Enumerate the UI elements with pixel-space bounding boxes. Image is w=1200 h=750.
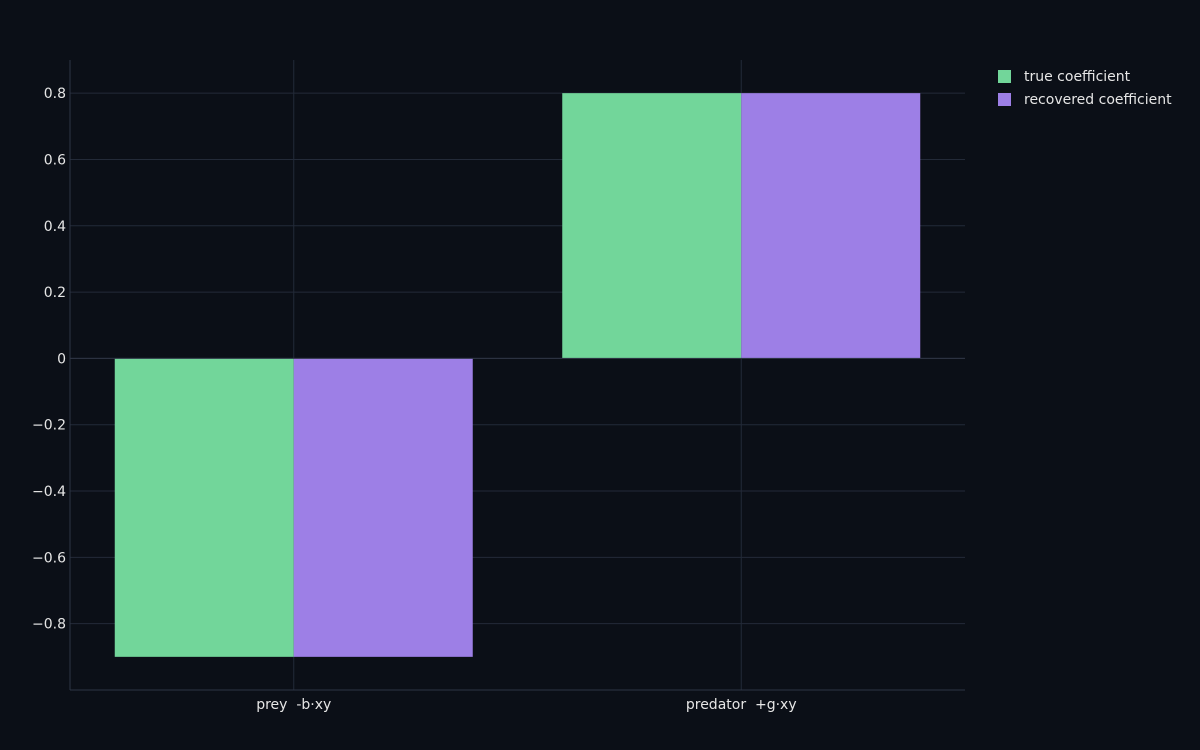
bar-true-coefficient-1: [562, 93, 742, 359]
legend-item-recovered-coefficient[interactable]: recovered coefficient: [998, 92, 1172, 108]
y-tick-label: 0.8: [44, 86, 66, 102]
legend[interactable]: true coefficient recovered coefficient: [998, 69, 1172, 108]
bar-chart: 0.8 0.6 0.4 0.2 0 −0.2 −0.4 −0.6 −0.8 prey -b·xy p…: [32, 60, 1172, 713]
y-tick-label: −0.2: [32, 418, 66, 434]
chart-container: 0.8 0.6 0.4 0.2 0 −0.2 −0.4 −0.6 −0.8 prey -b·xy p…: [0, 0, 1200, 750]
y-tick-label: 0.6: [44, 152, 66, 168]
bar-recovered-coefficient-1: [741, 93, 921, 359]
y-tick-label: 0.4: [44, 219, 66, 235]
y-tick-label: −0.6: [32, 550, 66, 566]
x-tick-label: prey -b·xy: [256, 697, 331, 713]
y-tick-label: 0: [57, 351, 66, 367]
legend-swatch: [998, 93, 1011, 106]
y-tick-label: 0.2: [44, 285, 66, 301]
y-tick-label: −0.8: [32, 617, 66, 633]
legend-item-true-coefficient[interactable]: true coefficient: [998, 69, 1131, 85]
legend-label: true coefficient: [1024, 69, 1131, 85]
legend-swatch: [998, 70, 1011, 83]
x-tick-label: predator +g·xy: [686, 697, 797, 713]
y-tick-label: −0.4: [32, 484, 66, 500]
bar-recovered-coefficient-0: [293, 358, 473, 657]
legend-label: recovered coefficient: [1024, 92, 1172, 108]
bar-layer: [114, 93, 921, 657]
bar-true-coefficient-0: [114, 358, 294, 657]
